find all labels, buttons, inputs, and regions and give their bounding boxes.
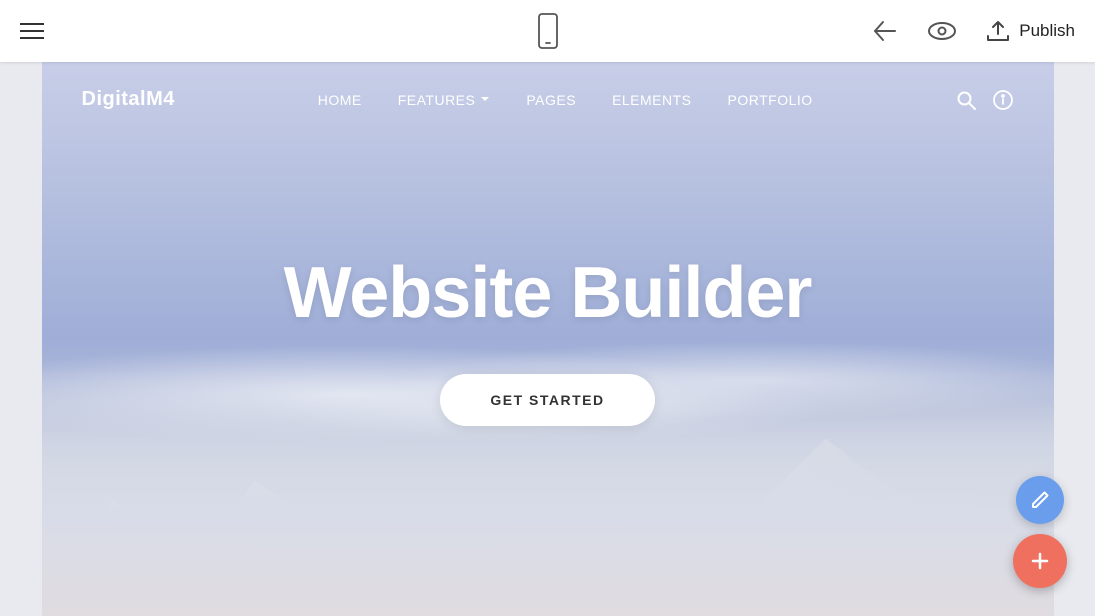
nav-item-features[interactable]: FEATURES xyxy=(398,92,491,108)
publish-label: Publish xyxy=(1019,21,1075,41)
nav-label-features: FEATURES xyxy=(398,92,476,108)
site-logo: DigitalM4 xyxy=(82,88,175,111)
toolbar-right: Publish xyxy=(873,20,1075,42)
website-frame: DigitalM4 HOME FEATURES PAGES ELEMENTS xyxy=(42,62,1054,616)
fab-add-button[interactable] xyxy=(1013,534,1067,588)
toolbar-center xyxy=(534,13,562,49)
preview-button[interactable] xyxy=(927,21,957,41)
nav-label-home: HOME xyxy=(318,92,362,108)
nav-label-pages: PAGES xyxy=(526,92,576,108)
fab-edit-button[interactable] xyxy=(1016,476,1064,524)
site-navbar: DigitalM4 HOME FEATURES PAGES ELEMENTS xyxy=(42,62,1054,137)
site-nav-links: HOME FEATURES PAGES ELEMENTS PORTFOLIO xyxy=(318,92,813,108)
nav-item-pages[interactable]: PAGES xyxy=(526,92,576,108)
nav-item-elements[interactable]: ELEMENTS xyxy=(612,92,691,108)
back-button[interactable] xyxy=(873,20,899,42)
hero-title: Website Builder xyxy=(284,252,812,334)
nav-item-portfolio[interactable]: PORTFOLIO xyxy=(728,92,813,108)
toolbar-left xyxy=(20,23,44,39)
site-nav-icons xyxy=(956,89,1014,111)
hero-cta-button[interactable]: GET STARTED xyxy=(440,374,654,426)
site-search-button[interactable] xyxy=(956,90,976,110)
fab-container xyxy=(1013,476,1067,588)
preview-container[interactable]: DigitalM4 HOME FEATURES PAGES ELEMENTS xyxy=(0,62,1095,616)
nav-label-portfolio: PORTFOLIO xyxy=(728,92,813,108)
toolbar: Publish xyxy=(0,0,1095,62)
hero-section: DigitalM4 HOME FEATURES PAGES ELEMENTS xyxy=(42,62,1054,616)
nav-label-elements: ELEMENTS xyxy=(612,92,691,108)
site-info-button[interactable] xyxy=(992,89,1014,111)
menu-button[interactable] xyxy=(20,23,44,39)
nav-item-home[interactable]: HOME xyxy=(318,92,362,108)
mobile-preview-button[interactable] xyxy=(534,13,562,49)
publish-button[interactable]: Publish xyxy=(985,20,1075,42)
